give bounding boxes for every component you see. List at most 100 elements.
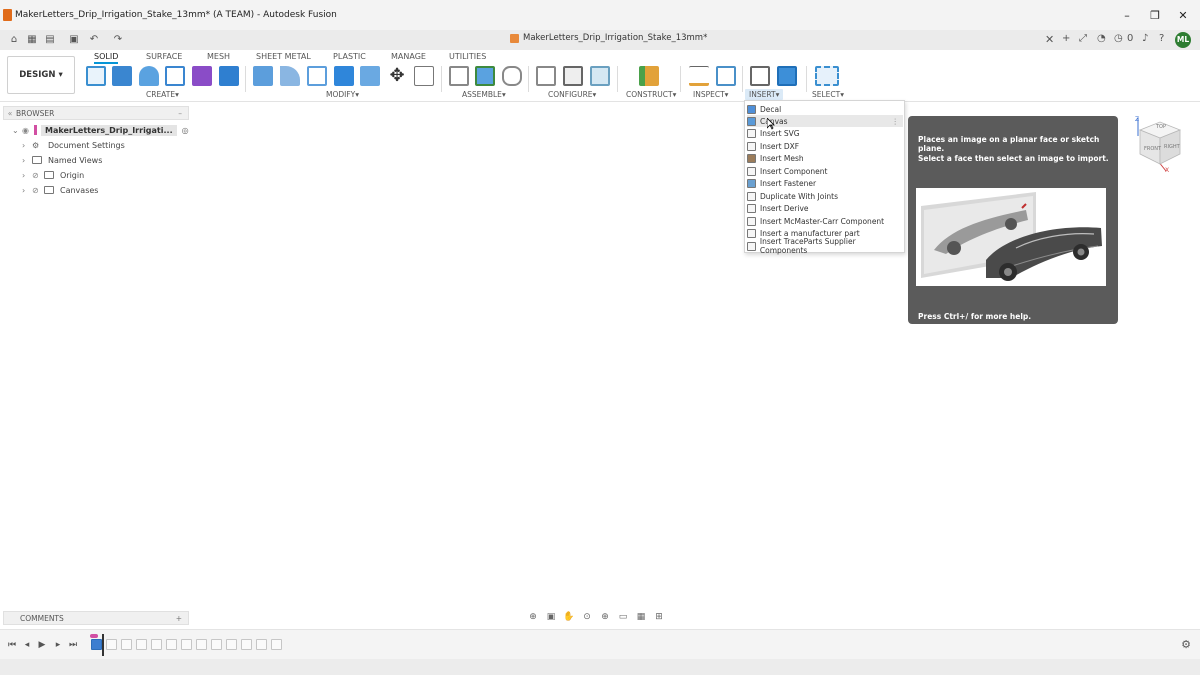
document-tab[interactable]: MakerLetters_Drip_Irrigation_Stake_13mm* [510, 33, 707, 43]
tab-sheet-metal[interactable]: SHEET METAL [256, 52, 311, 61]
tab-solid[interactable]: SOLID [94, 52, 119, 64]
view-cube-front-label[interactable]: FRONT [1144, 146, 1161, 152]
configuration-table-icon[interactable] [563, 66, 583, 86]
configure-rules-icon[interactable] [590, 66, 610, 86]
zoom-window-icon[interactable]: ⊕ [597, 610, 613, 624]
activate-radio-icon[interactable]: ◎ [182, 126, 189, 135]
more-options-icon[interactable]: ⋮ [892, 117, 900, 126]
timeline-feature-canvas[interactable] [91, 639, 102, 650]
timeline-feature[interactable] [196, 639, 207, 650]
offset-plane-icon[interactable] [639, 66, 659, 86]
menu-item-insert-dxf[interactable]: Insert DXF [747, 140, 903, 152]
chevron-right-icon[interactable]: › [22, 171, 32, 180]
new-component-icon[interactable] [449, 66, 469, 86]
display-settings-icon[interactable]: ▭ [615, 610, 631, 624]
timeline-feature[interactable] [211, 639, 222, 650]
timeline-feature[interactable] [106, 639, 117, 650]
create-group-label[interactable]: CREATE▾ [146, 90, 179, 99]
hidden-eye-icon[interactable]: ⊘ [32, 186, 44, 195]
timeline-feature[interactable] [136, 639, 147, 650]
menu-item-insert-derive[interactable]: Insert Derive [747, 202, 903, 214]
box-icon[interactable] [219, 66, 239, 86]
menu-item-insert-component[interactable]: Insert Component [747, 165, 903, 177]
zoom-icon[interactable]: ⊙ [579, 610, 595, 624]
measure-icon[interactable] [689, 66, 709, 86]
move-icon[interactable]: ✥ [387, 66, 407, 86]
menu-item-mcmaster-carr[interactable]: Insert McMaster-Carr Component [747, 215, 903, 227]
go-to-end-icon[interactable]: ⏭ [67, 639, 79, 651]
motion-link-icon[interactable] [502, 66, 522, 86]
maximize-button[interactable]: ❐ [1148, 9, 1162, 22]
browser-item-origin[interactable]: › ⊘ Origin [22, 168, 84, 182]
save-icon[interactable]: ▣ [68, 34, 80, 46]
view-cube[interactable]: TOP FRONT RIGHT Z X [1132, 116, 1188, 176]
job-status-icon[interactable]: ◔ [1097, 33, 1106, 44]
help-icon[interactable]: ? [1159, 33, 1164, 44]
home-icon[interactable]: ⌂ [8, 34, 20, 46]
browser-item-named-views[interactable]: › Named Views [22, 153, 102, 167]
shell-icon[interactable] [307, 66, 327, 86]
go-to-start-icon[interactable]: ⏮ [6, 639, 18, 651]
hidden-eye-icon[interactable]: ⊘ [32, 171, 44, 180]
timeline-feature[interactable] [151, 639, 162, 650]
create-form-icon[interactable] [192, 66, 212, 86]
tab-manage[interactable]: MANAGE [391, 52, 426, 61]
redo-icon[interactable]: ↷ [112, 34, 124, 46]
insert-group-label[interactable]: INSERT▾ [745, 89, 784, 100]
grid-snaps-icon[interactable]: ▦ [633, 610, 649, 624]
press-pull-icon[interactable] [253, 66, 273, 86]
create-sketch-icon[interactable] [86, 66, 106, 86]
step-forward-icon[interactable]: ▸ [52, 639, 64, 651]
visibility-eye-icon[interactable]: ◉ [22, 126, 34, 135]
grid-icon[interactable]: ▦ [26, 34, 38, 46]
inspect-group-label[interactable]: INSPECT▾ [693, 90, 728, 99]
menu-item-decal[interactable]: Decal [747, 103, 903, 115]
assemble-group-label[interactable]: ASSEMBLE▾ [462, 90, 506, 99]
modify-group-label[interactable]: MODIFY▾ [326, 90, 359, 99]
file-menu-icon[interactable]: ▤ [44, 34, 56, 46]
browser-collapse-button[interactable]: – [178, 109, 182, 118]
view-cube-right-label[interactable]: RIGHT [1164, 144, 1180, 150]
browser-root-row[interactable]: ⌄ ◉ MakerLetters_Drip_Irrigati... ◎ [12, 123, 189, 137]
chevron-right-icon[interactable]: › [22, 186, 32, 195]
timeline-settings-gear-icon[interactable]: ⚙ [1180, 639, 1192, 651]
clock-icon[interactable]: ◷ [1114, 33, 1123, 44]
tab-surface[interactable]: SURFACE [146, 52, 182, 61]
play-icon[interactable]: ▶ [36, 639, 48, 651]
configure-icon[interactable] [536, 66, 556, 86]
timeline-feature[interactable] [271, 639, 282, 650]
browser-item-document-settings[interactable]: › ⚙ Document Settings [22, 138, 125, 152]
chevron-right-icon[interactable]: › [22, 156, 32, 165]
revolve-icon[interactable] [139, 66, 159, 86]
timeline-feature[interactable] [226, 639, 237, 650]
insert-derive-icon[interactable] [750, 66, 770, 86]
insert-image-icon[interactable] [777, 66, 797, 86]
menu-item-traceparts[interactable]: Insert TraceParts Supplier Components [747, 237, 903, 255]
construct-group-label[interactable]: CONSTRUCT▾ [626, 90, 676, 99]
minimize-button[interactable]: – [1120, 9, 1134, 22]
menu-item-duplicate-with-joints[interactable]: Duplicate With Joints [747, 190, 903, 202]
select-icon[interactable] [815, 66, 839, 86]
extensions-icon[interactable]: ⤢ [1079, 33, 1087, 44]
menu-item-insert-fastener[interactable]: Insert Fastener [747, 177, 903, 189]
menu-item-insert-mesh[interactable]: Insert Mesh [747, 152, 903, 164]
view-cube-top-label[interactable]: TOP [1156, 124, 1166, 130]
combine-icon[interactable] [334, 66, 354, 86]
chevron-right-icon[interactable]: › [22, 141, 32, 150]
collapse-panel-icon[interactable]: « [4, 109, 16, 118]
look-at-icon[interactable]: ▣ [543, 610, 559, 624]
timeline-feature[interactable] [121, 639, 132, 650]
pan-icon[interactable]: ✋ [561, 610, 577, 624]
chevron-down-icon[interactable]: ⌄ [12, 126, 22, 135]
close-tab-button[interactable]: ✕ [1045, 33, 1054, 46]
timeline-feature[interactable] [241, 639, 252, 650]
configure-group-label[interactable]: CONFIGURE▾ [548, 90, 596, 99]
sweep-icon[interactable] [165, 66, 185, 86]
extrude-icon[interactable] [112, 66, 132, 86]
viewports-icon[interactable]: ⊞ [651, 610, 667, 624]
timeline-feature[interactable] [181, 639, 192, 650]
select-group-label[interactable]: SELECT▾ [812, 90, 844, 99]
avatar[interactable]: ML [1175, 32, 1191, 48]
parameters-icon[interactable] [414, 66, 434, 86]
timeline-marker[interactable] [102, 634, 104, 656]
